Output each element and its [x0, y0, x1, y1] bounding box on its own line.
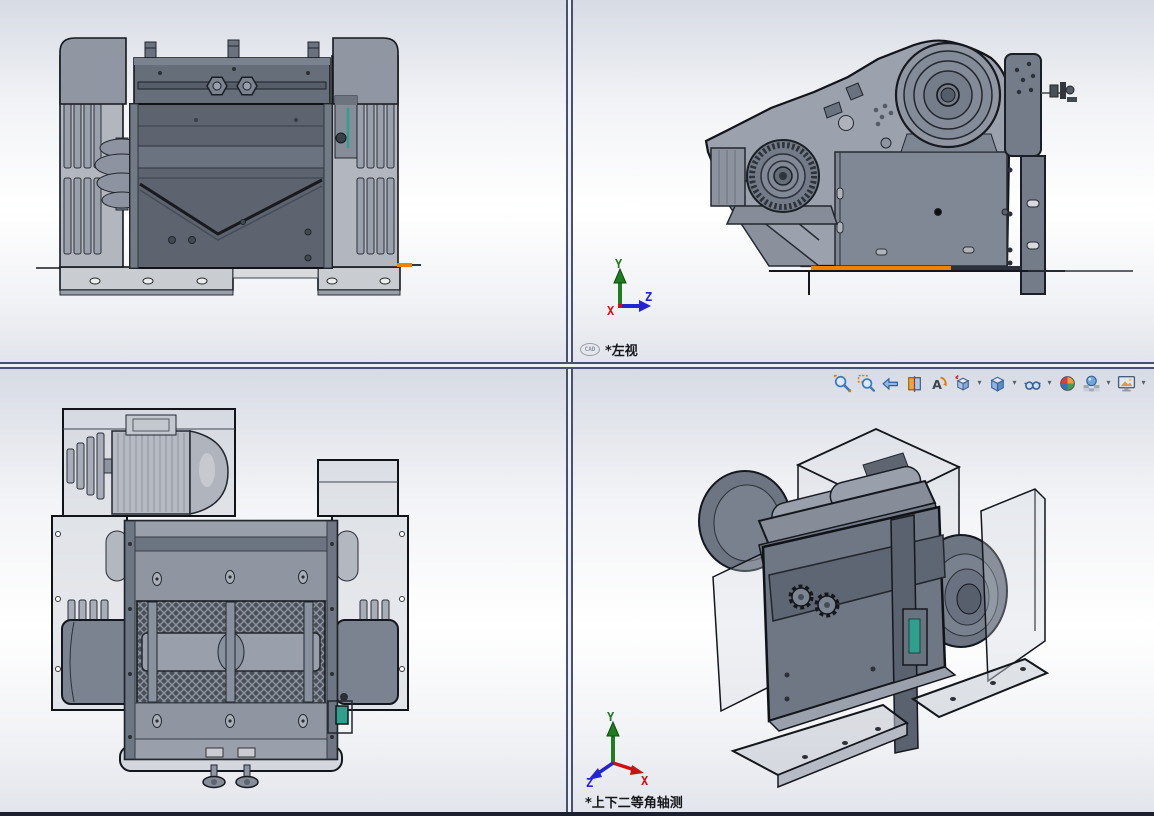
viewport-top-view[interactable]: [0, 369, 566, 813]
view-orientation-dropdown-caret[interactable]: ▾: [975, 372, 984, 394]
annotation-views-icon[interactable]: A: [927, 372, 949, 394]
vertical-splitter[interactable]: [566, 0, 573, 813]
section-view-icon[interactable]: [903, 372, 925, 394]
view-settings-dropdown-caret[interactable]: ▾: [1139, 372, 1148, 394]
view-name: *左视: [605, 340, 638, 359]
previous-view-icon[interactable]: [879, 372, 901, 394]
orientation-triad-isometric: Y X Z: [585, 707, 651, 787]
orientation-triad-left-view: Y Z X: [593, 256, 655, 316]
display-style-dropdown-caret[interactable]: ▾: [1010, 372, 1019, 394]
svg-text:Y: Y: [607, 710, 615, 724]
right-mounting-bracket: [1005, 54, 1045, 294]
lid-and-studs: [134, 40, 330, 104]
edit-appearance-icon[interactable]: [1056, 372, 1078, 394]
heads-up-view-toolbar: A ▾ ▾ ▾ ▾ ▾: [831, 372, 1148, 394]
viewport-left-view[interactable]: Y Z X CAD *左视: [573, 0, 1154, 362]
zoom-to-fit-icon[interactable]: [831, 372, 853, 394]
apply-scene-icon[interactable]: [1080, 372, 1102, 394]
hide-show-items-dropdown-caret[interactable]: ▾: [1045, 372, 1054, 394]
svg-text:X: X: [607, 304, 615, 316]
view-settings-icon[interactable]: [1115, 372, 1137, 394]
viewport-front-view[interactable]: [0, 0, 566, 362]
flywheel: [896, 43, 1000, 152]
right-bracket-tensioner: [335, 96, 357, 158]
cad-stamp-icon: CAD: [580, 343, 600, 356]
right-panel-transparent: [981, 489, 1045, 681]
svg-text:Z: Z: [645, 290, 652, 304]
hide-show-items-icon[interactable]: [1021, 372, 1043, 394]
view-name: *上下二等角轴测: [585, 792, 683, 811]
svg-text:A: A: [932, 376, 942, 391]
horizontal-splitter[interactable]: [0, 362, 1154, 369]
display-style-icon[interactable]: [986, 372, 1008, 394]
svg-text:Y: Y: [615, 257, 623, 271]
viewport-isometric-view[interactable]: A ▾ ▾ ▾ ▾ ▾ Y X Z *上下二等角轴测: [573, 369, 1154, 813]
base-plates: [36, 267, 400, 295]
solidworks-graphics-area: Y Z X CAD *左视: [0, 0, 1154, 816]
svg-text:Z: Z: [586, 776, 593, 787]
viewport-label-left-view: CAD *左视: [580, 340, 638, 359]
main-body-front: [130, 104, 332, 268]
svg-text:X: X: [641, 774, 649, 787]
lower-panel: [835, 152, 1008, 266]
central-body-top: [120, 521, 342, 771]
front-view-model: [0, 0, 566, 362]
viewport-label-isometric: *上下二等角轴测: [585, 792, 683, 811]
clamp-detail: [1041, 82, 1077, 102]
apply-scene-dropdown-caret[interactable]: ▾: [1104, 372, 1113, 394]
base-line-and-orange: [769, 266, 1133, 295]
orange-edge-highlight: [397, 263, 421, 267]
window-bottom-edge: [0, 812, 1154, 816]
view-orientation-icon[interactable]: [951, 372, 973, 394]
zoom-to-area-icon[interactable]: [855, 372, 877, 394]
teal-sensor-iso: [903, 609, 927, 665]
top-view-model: [0, 369, 566, 813]
left-view-model: [573, 0, 1154, 362]
isometric-view-model: [573, 369, 1154, 813]
